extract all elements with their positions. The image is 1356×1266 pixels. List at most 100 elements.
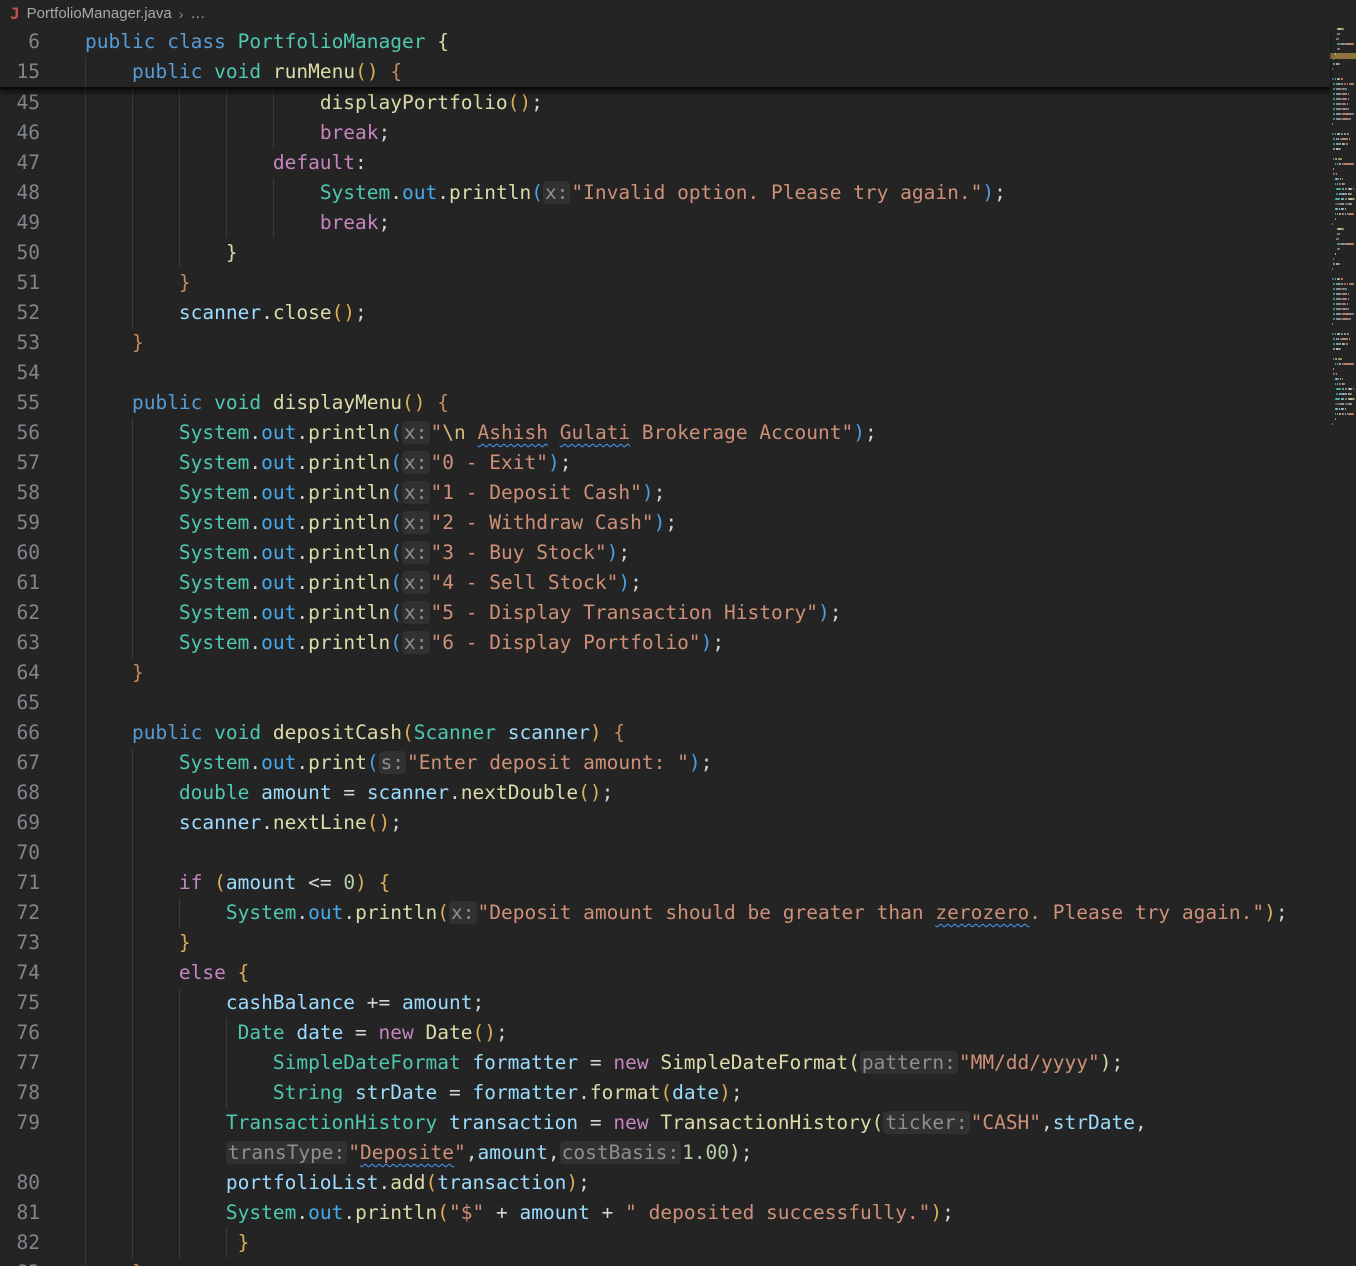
code-line[interactable]: 68 double amount = scanner.nextDouble(); [0, 778, 1330, 808]
code-line[interactable]: 76 Date date = new Date(); [0, 1018, 1330, 1048]
code-line-content[interactable]: } [85, 658, 1330, 688]
code-line[interactable]: 52 scanner.close(); [0, 298, 1330, 328]
code-line[interactable]: 6public class PortfolioManager { [0, 27, 1330, 57]
line-number[interactable]: 78 [0, 1078, 85, 1108]
line-number[interactable]: 68 [0, 778, 85, 808]
code-line-content[interactable] [85, 358, 1330, 388]
code-line-content[interactable]: scanner.nextLine(); [85, 808, 1330, 838]
line-number[interactable]: 15 [0, 57, 85, 87]
line-number[interactable]: 49 [0, 208, 85, 238]
code-line-content[interactable]: System.out.println("$" + amount + " depo… [85, 1198, 1330, 1228]
code-line[interactable]: 64 } [0, 658, 1330, 688]
code-line[interactable]: 80 portfolioList.add(transaction); [0, 1168, 1330, 1198]
code-line-content[interactable]: break; [85, 118, 1330, 148]
code-line-content[interactable]: } [85, 268, 1330, 298]
line-number[interactable]: 60 [0, 538, 85, 568]
line-number[interactable]: 63 [0, 628, 85, 658]
code-line[interactable]: 48 System.out.println(x:"Invalid option.… [0, 178, 1330, 208]
line-number[interactable]: 56 [0, 418, 85, 448]
line-number[interactable]: 6 [0, 27, 85, 57]
code-line[interactable]: 78 String strDate = formatter.format(dat… [0, 1078, 1330, 1108]
code-line-content[interactable]: System.out.println(x:"Invalid option. Pl… [85, 178, 1330, 208]
line-number[interactable]: 80 [0, 1168, 85, 1198]
code-line-content[interactable]: cashBalance += amount; [85, 988, 1330, 1018]
code-line-content[interactable]: else { [85, 958, 1330, 988]
code-line[interactable]: 46 break; [0, 118, 1330, 148]
line-number[interactable]: 71 [0, 868, 85, 898]
code-line[interactable]: 63 System.out.println(x:"6 - Display Por… [0, 628, 1330, 658]
code-line[interactable]: 69 scanner.nextLine(); [0, 808, 1330, 838]
line-number[interactable]: 74 [0, 958, 85, 988]
code-line[interactable]: 53 } [0, 328, 1330, 358]
sticky-scroll[interactable]: 6public class PortfolioManager {15 publi… [0, 27, 1330, 89]
line-number[interactable]: 75 [0, 988, 85, 1018]
line-number[interactable]: 51 [0, 268, 85, 298]
code-line-content[interactable] [85, 838, 1330, 868]
code-line-content[interactable]: displayPortfolio(); [85, 88, 1330, 118]
line-number[interactable]: 62 [0, 598, 85, 628]
code-line[interactable]: 61 System.out.println(x:"4 - Sell Stock"… [0, 568, 1330, 598]
line-number[interactable]: 72 [0, 898, 85, 928]
code-line[interactable]: 81 System.out.println("$" + amount + " d… [0, 1198, 1330, 1228]
code-line[interactable]: 83 } [0, 1258, 1330, 1266]
code-line-content[interactable]: System.out.println(x:"5 - Display Transa… [85, 598, 1330, 628]
line-number[interactable]: 45 [0, 88, 85, 118]
minimap[interactable] [1330, 27, 1356, 439]
code-line-content[interactable]: System.out.println(x:"1 - Deposit Cash")… [85, 478, 1330, 508]
code-line[interactable]: 67 System.out.print(s:"Enter deposit amo… [0, 748, 1330, 778]
code-line-content[interactable]: public void depositCash(Scanner scanner)… [85, 718, 1330, 748]
code-line[interactable]: 74 else { [0, 958, 1330, 988]
code-line-content[interactable]: } [85, 238, 1330, 268]
line-number[interactable]: 70 [0, 838, 85, 868]
code-line[interactable]: 57 System.out.println(x:"0 - Exit"); [0, 448, 1330, 478]
code-line-content[interactable]: break; [85, 208, 1330, 238]
code-line-content[interactable]: String strDate = formatter.format(date); [85, 1078, 1330, 1108]
line-number[interactable]: 61 [0, 568, 85, 598]
line-number[interactable]: 69 [0, 808, 85, 838]
line-number[interactable]: 53 [0, 328, 85, 358]
code-line[interactable]: 73 } [0, 928, 1330, 958]
line-number[interactable]: 64 [0, 658, 85, 688]
code-line[interactable]: 71 if (amount <= 0) { [0, 868, 1330, 898]
breadcrumb-ellipsis[interactable]: … [190, 5, 205, 22]
code-line-content[interactable]: transType:"Deposite",amount,costBasis:1.… [85, 1138, 1330, 1168]
code-line-content[interactable]: System.out.println(x:"6 - Display Portfo… [85, 628, 1330, 658]
code-line[interactable]: 82 } [0, 1228, 1330, 1258]
line-number[interactable]: 50 [0, 238, 85, 268]
code-line-content[interactable]: } [85, 928, 1330, 958]
line-number[interactable]: 48 [0, 178, 85, 208]
code-line-content[interactable]: public void runMenu() { [85, 57, 1330, 87]
code-line[interactable]: 77 SimpleDateFormat formatter = new Simp… [0, 1048, 1330, 1078]
code-line-content[interactable]: portfolioList.add(transaction); [85, 1168, 1330, 1198]
code-line[interactable]: 56 System.out.println(x:"\n Ashish Gulat… [0, 418, 1330, 448]
code-line-content[interactable]: System.out.println(x:"0 - Exit"); [85, 448, 1330, 478]
code-line-content[interactable]: System.out.println(x:"2 - Withdraw Cash"… [85, 508, 1330, 538]
code-line-content[interactable]: if (amount <= 0) { [85, 868, 1330, 898]
code-line-content[interactable]: System.out.println(x:"4 - Sell Stock"); [85, 568, 1330, 598]
code-line[interactable]: transType:"Deposite",amount,costBasis:1.… [0, 1138, 1330, 1168]
code-line-content[interactable]: Date date = new Date(); [85, 1018, 1330, 1048]
breadcrumb-file-name[interactable]: PortfolioManager.java [27, 5, 172, 22]
code-line[interactable]: 47 default: [0, 148, 1330, 178]
code-line[interactable]: 50 } [0, 238, 1330, 268]
line-number[interactable]: 76 [0, 1018, 85, 1048]
code-line[interactable]: 15 public void runMenu() { [0, 57, 1330, 87]
code-line[interactable]: 72 System.out.println(x:"Deposit amount … [0, 898, 1330, 928]
code-line[interactable]: 45 displayPortfolio(); [0, 88, 1330, 118]
code-line-content[interactable]: double amount = scanner.nextDouble(); [85, 778, 1330, 808]
code-area[interactable]: 45 displayPortfolio();46 break;47 defaul… [0, 27, 1330, 1266]
line-number[interactable]: 52 [0, 298, 85, 328]
line-number[interactable]: 47 [0, 148, 85, 178]
code-line-content[interactable]: } [85, 1228, 1330, 1258]
code-line-content[interactable] [85, 688, 1330, 718]
code-line[interactable]: 51 } [0, 268, 1330, 298]
line-number[interactable]: 59 [0, 508, 85, 538]
line-number[interactable]: 79 [0, 1108, 85, 1138]
code-line[interactable]: 66 public void depositCash(Scanner scann… [0, 718, 1330, 748]
code-line-content[interactable]: public void displayMenu() { [85, 388, 1330, 418]
code-line-content[interactable]: System.out.println(x:"Deposit amount sho… [85, 898, 1330, 928]
line-number[interactable]: 83 [0, 1258, 85, 1266]
line-number[interactable] [0, 1138, 85, 1168]
code-line[interactable]: 65 [0, 688, 1330, 718]
code-line[interactable]: 79 TransactionHistory transaction = new … [0, 1108, 1330, 1138]
